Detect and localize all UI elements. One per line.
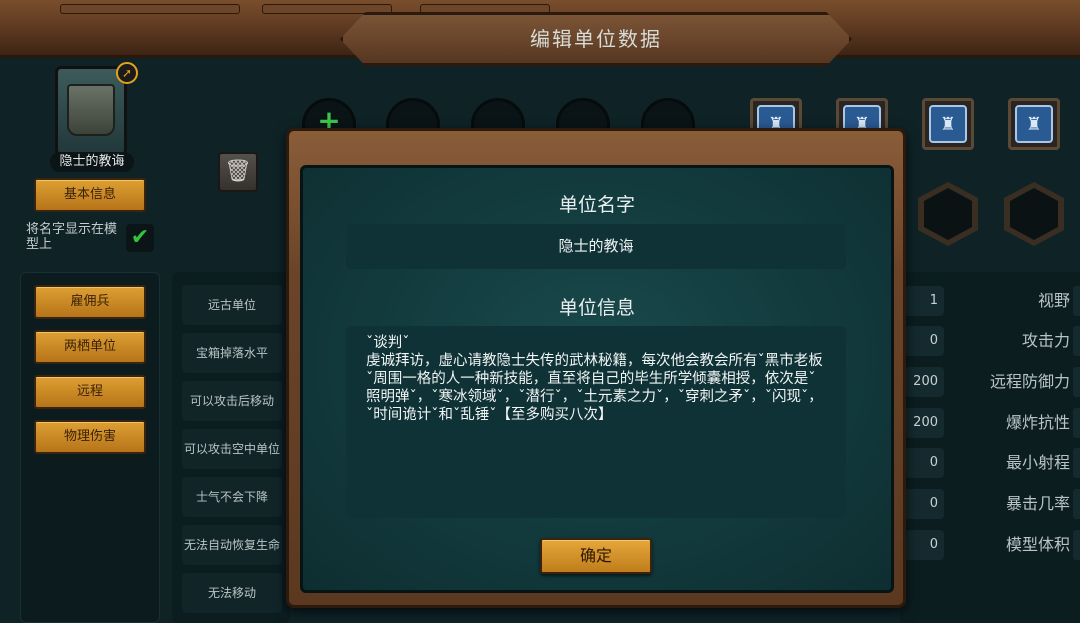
stat-value-crit-chance[interactable]: 0: [904, 489, 944, 519]
stat-value-attack[interactable]: 0: [904, 326, 944, 356]
stat-label-attack: 攻击力: [1021, 331, 1070, 350]
tag-ranged-button[interactable]: 远程: [34, 375, 146, 409]
unit-info-title: 单位信息: [558, 297, 635, 319]
option-ancient-unit[interactable]: 远古单位: [182, 285, 282, 325]
unit-name-title: 单位名字: [558, 194, 635, 216]
upgrade-badge-icon[interactable]: ➚: [116, 62, 138, 84]
option-no-auto-heal[interactable]: 无法自动恢复生命: [182, 525, 282, 565]
unit-portrait-art: [67, 84, 115, 136]
stat-value-min-range[interactable]: 0: [904, 448, 944, 478]
stat-value-ranged-defense[interactable]: 200: [904, 367, 944, 397]
stat-label-crit-chance: 暴击几率: [1005, 494, 1070, 513]
option-immobile[interactable]: 无法移动: [182, 573, 282, 613]
stat-input-explosion-resist[interactable]: [1073, 408, 1080, 438]
show-name-label: 将名字显示在模型上: [26, 222, 118, 252]
tag-physical-damage-button[interactable]: 物理伤害: [34, 420, 146, 454]
option-move-after-attack[interactable]: 可以攻击后移动: [182, 381, 282, 421]
stat-label-min-range: 最小射程: [1005, 453, 1070, 472]
page-title: 编辑单位数据: [530, 26, 662, 51]
stat-value-model-size[interactable]: 0: [904, 530, 944, 560]
tag-amphibious-button[interactable]: 两栖单位: [34, 330, 146, 364]
emblem-slot[interactable]: ♜: [1008, 98, 1060, 150]
basic-info-button[interactable]: 基本信息: [34, 178, 146, 212]
emblem-slot[interactable]: ♜: [922, 98, 974, 150]
confirm-button[interactable]: 确定: [540, 538, 652, 574]
tag-mercenary-button[interactable]: 雇佣兵: [34, 285, 146, 319]
unit-name-input[interactable]: 隐士的教诲: [346, 224, 846, 269]
hex-slot[interactable]: [918, 182, 978, 246]
stat-value-explosion-resist[interactable]: 200: [904, 408, 944, 438]
stat-input-crit-chance[interactable]: [1073, 489, 1080, 519]
stat-value-vision[interactable]: 1: [904, 286, 944, 316]
stat-label-explosion-resist: 爆炸抗性: [1005, 413, 1070, 432]
unit-info-textarea[interactable]: ˇ谈判ˇ 虔诚拜访，虚心请教隐士失传的武林秘籍，每次他会教会所有ˇ黑市老板ˇ周围…: [346, 326, 846, 518]
emblem-icon: ♜: [929, 105, 967, 143]
stat-label-vision: 视野: [1037, 291, 1070, 310]
top-tab: [60, 4, 240, 14]
option-attack-air[interactable]: 可以攻击空中单位: [182, 429, 282, 469]
stat-input-min-range[interactable]: [1073, 448, 1080, 478]
stat-input-model-size[interactable]: [1073, 530, 1080, 560]
trash-icon[interactable]: 🗑: [218, 152, 258, 192]
stat-input-ranged-defense[interactable]: [1073, 367, 1080, 397]
unit-name-label: 隐士的教诲: [50, 152, 134, 172]
emblem-icon: ♜: [1015, 105, 1053, 143]
checkmark-icon[interactable]: ✔: [126, 224, 154, 252]
hex-slot[interactable]: [1004, 182, 1064, 246]
stat-label-ranged-defense: 远程防御力: [989, 372, 1070, 391]
stat-input-attack[interactable]: [1073, 326, 1080, 356]
option-chest-drop-level[interactable]: 宝箱掉落水平: [182, 333, 282, 373]
stat-label-model-size: 模型体积: [1005, 535, 1070, 554]
stat-input-vision[interactable]: [1073, 286, 1080, 316]
option-morale-no-drop[interactable]: 士气不会下降: [182, 477, 282, 517]
